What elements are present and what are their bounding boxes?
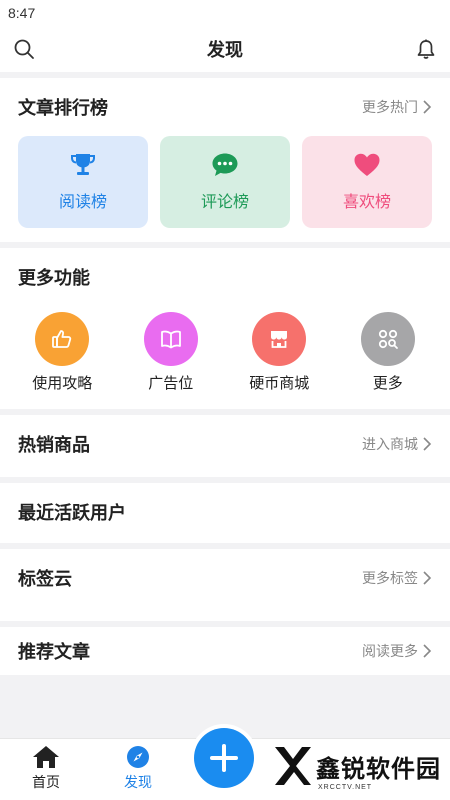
chevron-right-icon: [423, 644, 432, 658]
plus-icon: [210, 744, 238, 772]
more-function[interactable]: 更多: [338, 312, 438, 393]
grid-search-icon: [360, 312, 415, 366]
comment-rank-label: 评论榜: [200, 194, 249, 211]
hot-products-header: 热销商品 进入商城: [0, 415, 450, 473]
active-users-section: 最近活跃用户: [0, 483, 450, 543]
trophy-icon: [71, 154, 95, 175]
article-rank-section: 文章排行榜 更多热门 阅读榜 评论榜 喜欢榜: [0, 78, 450, 242]
reading-rank-card[interactable]: 阅读榜: [18, 136, 148, 228]
page-title: 发现: [207, 40, 243, 60]
article-rank-header: 文章排行榜 更多热门: [0, 78, 450, 136]
like-rank-card[interactable]: 喜欢榜: [302, 136, 432, 228]
thumbs-up-icon: [35, 312, 90, 366]
section-title: 推荐文章: [18, 642, 90, 662]
chat-icon: [212, 153, 238, 176]
nav-discover-label: 发现: [124, 774, 152, 790]
book-icon: [143, 312, 198, 366]
section-title: 热销商品: [18, 435, 90, 455]
enter-shop-link[interactable]: 进入商城: [362, 434, 432, 454]
watermark: 鑫锐软件园 XRCCTV.NET: [272, 744, 441, 791]
read-more-link[interactable]: 阅读更多: [362, 641, 432, 661]
chevron-right-icon: [423, 100, 432, 114]
more-functions-section: 更多功能 使用攻略 广告位 硬币商城 更多: [0, 248, 450, 409]
search-icon[interactable]: [12, 37, 36, 61]
shop-icon: [252, 312, 307, 366]
more-hot-label: 更多热门: [362, 99, 418, 115]
more-tags-label: 更多标签: [362, 570, 418, 586]
section-title: 更多功能: [18, 268, 90, 288]
bell-icon[interactable]: [414, 37, 438, 61]
watermark-sub: XRCCTV.NET: [318, 784, 373, 791]
guide-label: 使用攻略: [32, 375, 93, 392]
coin-shop-function[interactable]: 硬币商城: [229, 312, 329, 393]
nav-home[interactable]: 首页: [0, 739, 92, 792]
reading-rank-label: 阅读榜: [58, 194, 107, 211]
more-tags-link[interactable]: 更多标签: [362, 568, 432, 588]
section-title: 文章排行榜: [18, 98, 108, 118]
ad-slot-label: 广告位: [148, 375, 194, 392]
status-bar: 8:47: [0, 0, 450, 26]
coin-shop-label: 硬币商城: [249, 375, 310, 392]
publish-button[interactable]: [194, 728, 254, 788]
like-rank-label: 喜欢榜: [342, 194, 391, 211]
recommended-section: 推荐文章 阅读更多: [0, 627, 450, 675]
enter-shop-label: 进入商城: [362, 436, 418, 452]
comment-rank-card[interactable]: 评论榜: [160, 136, 290, 228]
read-more-label: 阅读更多: [362, 643, 418, 659]
home-icon: [33, 746, 59, 768]
hot-products-section: 热销商品 进入商城: [0, 415, 450, 477]
top-bar: 发现: [0, 26, 450, 72]
section-title: 最近活跃用户: [18, 503, 126, 523]
ad-slot-function[interactable]: 广告位: [121, 312, 221, 393]
chevron-right-icon: [423, 571, 432, 585]
tag-cloud-section: 标签云 更多标签: [0, 549, 450, 621]
status-time: 8:47: [8, 5, 36, 21]
watermark-logo-icon: [275, 747, 311, 785]
heart-icon: [354, 153, 380, 176]
recommended-header: 推荐文章 阅读更多: [0, 627, 450, 675]
active-users-header: 最近活跃用户: [0, 483, 450, 541]
chevron-right-icon: [423, 437, 432, 451]
guide-function[interactable]: 使用攻略: [12, 312, 112, 393]
nav-discover[interactable]: 发现: [92, 739, 184, 792]
compass-icon: [127, 746, 149, 768]
section-title: 标签云: [18, 569, 72, 589]
watermark-text: 鑫锐软件园: [316, 755, 441, 783]
tag-cloud-header: 标签云 更多标签: [0, 549, 450, 607]
more-hot-link[interactable]: 更多热门: [362, 97, 432, 117]
more-functions-header: 更多功能: [0, 248, 450, 306]
nav-home-label: 首页: [32, 774, 60, 790]
more-label: 更多: [372, 375, 403, 392]
